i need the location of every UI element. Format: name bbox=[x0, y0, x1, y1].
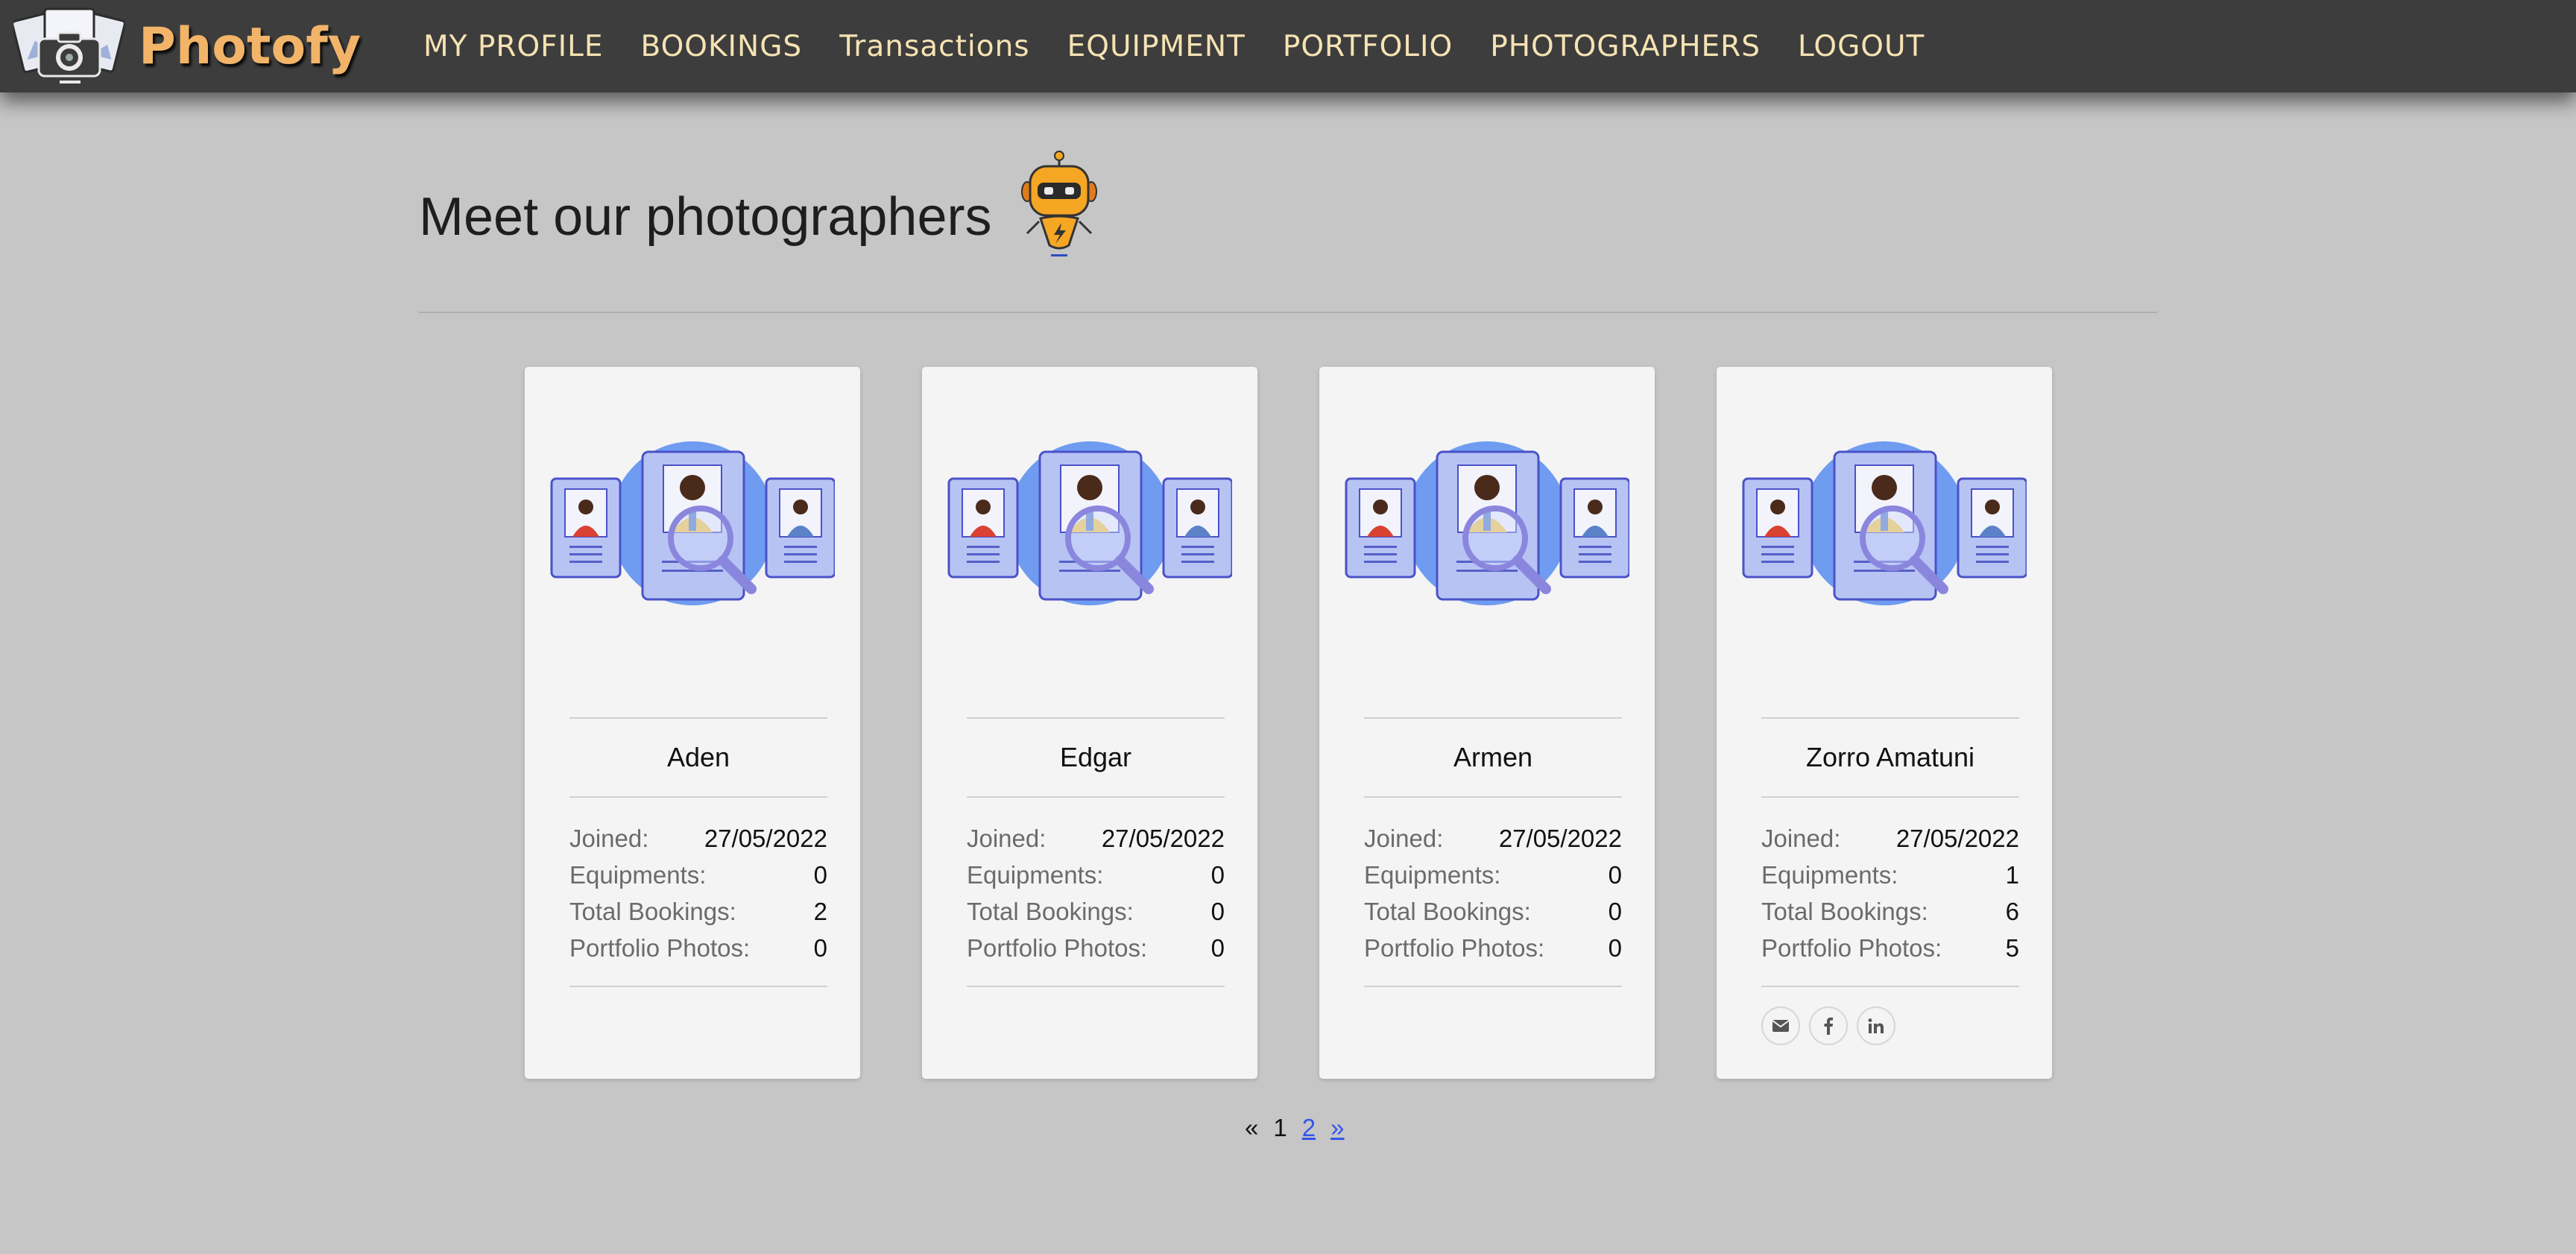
stat-label: Equipments: bbox=[1364, 860, 1501, 889]
stat-value: 27/05/2022 bbox=[1498, 824, 1622, 852]
divider bbox=[1364, 986, 1622, 987]
stat-joined: Joined: 27/05/2022 bbox=[1761, 820, 2019, 857]
brand-name: Photofy bbox=[139, 16, 362, 76]
stat-value: 1 bbox=[2005, 860, 2019, 889]
stat-value: 0 bbox=[1608, 860, 1622, 889]
photographer-cards: Aden Joined: 27/05/2022 Equipments: 0 To… bbox=[525, 367, 2052, 1079]
photographer-stats: Joined: 27/05/2022 Equipments: 0 Total B… bbox=[569, 798, 827, 986]
stat-value: 2 bbox=[813, 897, 827, 925]
photographer-illustration-icon bbox=[1345, 441, 1629, 613]
stat-label: Total Bookings: bbox=[967, 897, 1134, 925]
pagination-current-page: 1 bbox=[1273, 1114, 1287, 1141]
nav-transactions[interactable]: Transactions bbox=[839, 30, 1029, 63]
stat-label: Total Bookings: bbox=[1761, 897, 1928, 925]
stat-portfolio-photos: Portfolio Photos: 5 bbox=[1761, 930, 2019, 966]
nav-portfolio[interactable]: PORTFOLIO bbox=[1283, 30, 1453, 63]
stat-label: Portfolio Photos: bbox=[967, 933, 1148, 962]
card-body: Edgar Joined: 27/05/2022 Equipments: 0 T… bbox=[967, 717, 1225, 987]
top-navbar: Photofy MY PROFILE BOOKINGS Transactions… bbox=[0, 0, 2576, 92]
photographer-card[interactable]: Edgar Joined: 27/05/2022 Equipments: 0 T… bbox=[922, 367, 1257, 1079]
nav-photographers[interactable]: PHOTOGRAPHERS bbox=[1490, 30, 1761, 63]
stat-value: 0 bbox=[1608, 897, 1622, 925]
photographer-name[interactable]: Edgar bbox=[967, 719, 1225, 796]
divider bbox=[967, 986, 1225, 987]
nav-my-profile[interactable]: MY PROFILE bbox=[423, 30, 604, 63]
brand-link[interactable]: Photofy bbox=[13, 6, 361, 86]
photographer-illustration-icon bbox=[1742, 441, 2027, 613]
stat-total-bookings: Total Bookings: 2 bbox=[569, 893, 827, 930]
stat-portfolio-photos: Portfolio Photos: 0 bbox=[569, 930, 827, 966]
stat-equipments: Equipments: 0 bbox=[1364, 857, 1622, 893]
stat-portfolio-photos: Portfolio Photos: 0 bbox=[1364, 930, 1622, 966]
pagination-page-2[interactable]: 2 bbox=[1302, 1114, 1316, 1142]
stat-value: 0 bbox=[1210, 897, 1225, 925]
photographer-card[interactable]: Zorro Amatuni Joined: 27/05/2022 Equipme… bbox=[1717, 367, 2052, 1079]
stat-label: Joined: bbox=[1761, 824, 1841, 852]
stat-value: 6 bbox=[2005, 897, 2019, 925]
stat-label: Portfolio Photos: bbox=[1364, 933, 1545, 962]
photographer-illustration-icon bbox=[550, 441, 835, 613]
nav-bookings[interactable]: BOOKINGS bbox=[641, 30, 803, 63]
stat-label: Equipments: bbox=[1761, 860, 1898, 889]
stat-value: 5 bbox=[2005, 933, 2019, 962]
photographer-stats: Joined: 27/05/2022 Equipments: 0 Total B… bbox=[1364, 798, 1622, 986]
stat-portfolio-photos: Portfolio Photos: 0 bbox=[967, 930, 1225, 966]
stat-value: 27/05/2022 bbox=[704, 824, 827, 852]
linkedin-icon[interactable] bbox=[1857, 1006, 1895, 1045]
stat-total-bookings: Total Bookings: 0 bbox=[967, 893, 1225, 930]
pagination-prev: « bbox=[1245, 1114, 1259, 1141]
nav-menu: MY PROFILE BOOKINGS Transactions EQUIPME… bbox=[423, 0, 1962, 92]
stat-label: Portfolio Photos: bbox=[569, 933, 751, 962]
stat-value: 0 bbox=[1210, 860, 1225, 889]
stat-label: Total Bookings: bbox=[569, 897, 736, 925]
camera-logo-icon bbox=[13, 7, 125, 84]
photographer-name[interactable]: Zorro Amatuni bbox=[1761, 719, 2019, 796]
stat-label: Equipments: bbox=[569, 860, 707, 889]
pagination-next[interactable]: » bbox=[1330, 1114, 1344, 1142]
stat-total-bookings: Total Bookings: 6 bbox=[1761, 893, 2019, 930]
stat-value: 27/05/2022 bbox=[1895, 824, 2019, 852]
nav-equipment[interactable]: EQUIPMENT bbox=[1067, 30, 1246, 63]
facebook-icon[interactable] bbox=[1809, 1006, 1848, 1045]
stat-equipments: Equipments: 0 bbox=[569, 857, 827, 893]
card-body: Armen Joined: 27/05/2022 Equipments: 0 T… bbox=[1364, 717, 1622, 987]
stat-label: Total Bookings: bbox=[1364, 897, 1531, 925]
stat-value: 0 bbox=[1210, 933, 1225, 962]
robot-icon bbox=[1021, 151, 1098, 256]
stat-total-bookings: Total Bookings: 0 bbox=[1364, 893, 1622, 930]
stat-value: 0 bbox=[813, 933, 827, 962]
stat-value: 0 bbox=[813, 860, 827, 889]
nav-logout[interactable]: LOGOUT bbox=[1798, 30, 1925, 63]
heading-divider bbox=[419, 312, 2157, 313]
stat-value: 27/05/2022 bbox=[1101, 824, 1225, 852]
pagination: « 1 2 » bbox=[1245, 1111, 1359, 1145]
social-links bbox=[1761, 1006, 2019, 1045]
photographer-stats: Joined: 27/05/2022 Equipments: 1 Total B… bbox=[1761, 798, 2019, 986]
stat-joined: Joined: 27/05/2022 bbox=[569, 820, 827, 857]
stat-equipments: Equipments: 1 bbox=[1761, 857, 2019, 893]
stat-joined: Joined: 27/05/2022 bbox=[1364, 820, 1622, 857]
divider bbox=[569, 986, 827, 987]
page-title: Meet our photographers bbox=[419, 187, 992, 247]
stat-value: 0 bbox=[1608, 933, 1622, 962]
photographer-name[interactable]: Aden bbox=[569, 719, 827, 796]
photographer-name[interactable]: Armen bbox=[1364, 719, 1622, 796]
card-body: Zorro Amatuni Joined: 27/05/2022 Equipme… bbox=[1761, 717, 2019, 1045]
stat-label: Equipments: bbox=[967, 860, 1104, 889]
stat-label: Portfolio Photos: bbox=[1761, 933, 1942, 962]
stat-equipments: Equipments: 0 bbox=[967, 857, 1225, 893]
photographer-card[interactable]: Aden Joined: 27/05/2022 Equipments: 0 To… bbox=[525, 367, 860, 1079]
page-heading: Meet our photographers bbox=[419, 151, 1099, 259]
photographer-illustration-icon bbox=[947, 441, 1232, 613]
email-icon[interactable] bbox=[1761, 1006, 1800, 1045]
divider bbox=[1761, 986, 2019, 987]
stat-label: Joined: bbox=[569, 824, 649, 852]
stat-joined: Joined: 27/05/2022 bbox=[967, 820, 1225, 857]
stat-label: Joined: bbox=[967, 824, 1046, 852]
stat-label: Joined: bbox=[1364, 824, 1444, 852]
photographer-stats: Joined: 27/05/2022 Equipments: 0 Total B… bbox=[967, 798, 1225, 986]
photographer-card[interactable]: Armen Joined: 27/05/2022 Equipments: 0 T… bbox=[1319, 367, 1655, 1079]
card-body: Aden Joined: 27/05/2022 Equipments: 0 To… bbox=[569, 717, 827, 987]
